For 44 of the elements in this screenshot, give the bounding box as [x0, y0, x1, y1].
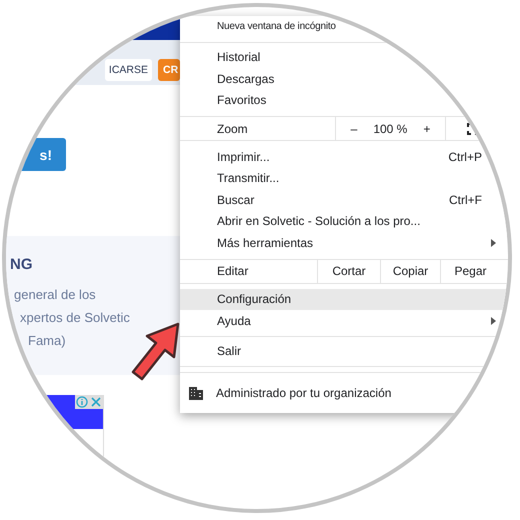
menu-item-label: Favoritos [217, 93, 268, 108]
menu-item[interactable]: Transmitir... [180, 168, 508, 189]
menu-item[interactable]: Descargas [180, 68, 508, 90]
zoom-value: 100 % [372, 122, 408, 136]
menu-item[interactable]: Historial [180, 46, 508, 68]
menu-item[interactable]: Abrir en Solvetic - Solución a los pro... [180, 210, 508, 232]
zoom-in-button[interactable]: + [415, 122, 438, 136]
panel-heading: NG [9, 256, 34, 273]
edit-action[interactable]: Pegar [454, 264, 487, 278]
menu-item-label: Ayuda [217, 314, 252, 328]
shortcut-text: Ctrl+F [449, 192, 482, 207]
menu-item[interactable]: Favoritos [180, 90, 508, 111]
pointer-arrow-icon [130, 321, 182, 383]
menu-item-label: Abrir en Solvetic - Solución a los pro... [217, 214, 422, 228]
info-icon[interactable] [76, 396, 88, 408]
menu-item-label: Imprimir... [217, 150, 271, 164]
panel-text: Fama) [27, 332, 67, 350]
edit-action[interactable]: Copiar [392, 264, 428, 278]
menu-item-label: Buscar [217, 192, 256, 207]
shortcut-text: Ctrl+P [448, 150, 482, 164]
zoom-label: Zoom [217, 122, 248, 136]
menu-item-label: Transmitir... [217, 171, 280, 186]
menu-item-label: Más herramientas [217, 236, 314, 250]
edit-action[interactable]: Cortar [332, 264, 366, 278]
menu-item[interactable]: Buscar Ctrl+F [180, 189, 508, 210]
menu-item-label: Salir [217, 344, 242, 358]
edit-label: Editar [217, 264, 248, 278]
menu-item-label: Nueva ventana de incógnito [217, 21, 337, 32]
menu-item[interactable]: Salir [180, 340, 508, 362]
building-icon [189, 386, 203, 400]
panel-text: xpertos de Solvetic [19, 309, 131, 327]
menu-item-label: Descargas [217, 72, 276, 86]
panel-text: general de los [13, 286, 97, 304]
menu-item-label: Historial [217, 50, 262, 64]
managed-notice: Administrado por tu organización [216, 386, 392, 400]
menu-item[interactable]: Más herramientas [180, 232, 508, 254]
menu-item-label: Configuración [217, 292, 292, 306]
menu-item[interactable]: Configuración [180, 288, 508, 310]
login-button[interactable]: ICARSE [104, 59, 152, 81]
menu-item[interactable]: Nueva ventana de incógnito [180, 16, 508, 38]
menu-item[interactable]: Imprimir... Ctrl+P [180, 146, 508, 168]
zoom-out-button[interactable]: – [342, 122, 366, 136]
close-icon[interactable] [90, 396, 102, 408]
menu-item[interactable]: Ayuda [180, 310, 508, 332]
